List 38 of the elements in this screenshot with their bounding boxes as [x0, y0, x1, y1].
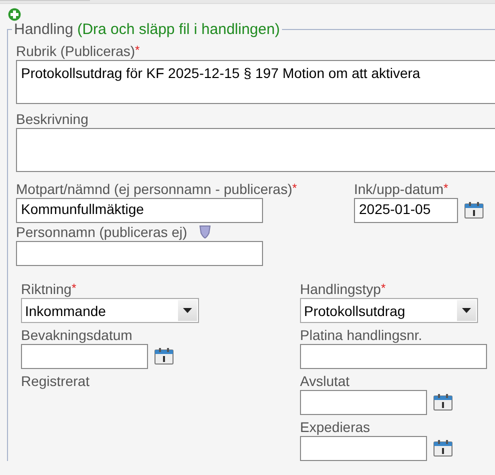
- field-label: Platina handlingsnr.: [300, 327, 422, 343]
- add-icon[interactable]: [8, 8, 21, 21]
- required-mark: *: [135, 43, 140, 57]
- text-field[interactable]: [16, 241, 263, 266]
- date-field[interactable]: [300, 436, 427, 461]
- calendar-icon[interactable]: [464, 202, 484, 219]
- text-field[interactable]: [300, 344, 487, 369]
- field-label: Handlingstyp: [300, 281, 381, 297]
- required-mark: *: [72, 281, 76, 295]
- text-field[interactable]: Kommunfullmäktige: [16, 198, 263, 223]
- dropdown[interactable]: Protokollsutdrag: [300, 298, 478, 323]
- calendar-icon[interactable]: [433, 440, 453, 457]
- field-label: Rubrik (Publiceras): [16, 43, 136, 59]
- field-label: Riktning: [21, 281, 72, 297]
- section-title: Handling: [14, 21, 74, 38]
- text-area[interactable]: Protokollsutdrag för KF 2025-12-15 § 197 Motion om att aktivera: [16, 60, 495, 104]
- dropdown[interactable]: Inkommande: [21, 298, 199, 323]
- shield-icon: [199, 225, 212, 239]
- required-mark: *: [380, 281, 386, 295]
- caret-icon: [462, 308, 471, 313]
- caret-icon: [183, 308, 192, 313]
- field-label: Personnamn (publiceras ej): [16, 224, 188, 240]
- field-label: Expedieras: [300, 419, 370, 435]
- date-field[interactable]: [21, 344, 148, 369]
- date-field[interactable]: [300, 390, 427, 415]
- field-label: Motpart/nämnd (ej personnamn - publiceras): [16, 181, 292, 197]
- field-label: Beskrivning: [16, 111, 88, 127]
- calendar-icon[interactable]: [154, 348, 174, 365]
- section-hint: (Dra och släpp fil i handlingen): [77, 21, 280, 38]
- text-area[interactable]: [16, 128, 495, 172]
- date-field[interactable]: 2025-01-05: [354, 198, 458, 223]
- field-label: Bevakningsdatum: [21, 327, 132, 343]
- required-mark: *: [292, 181, 297, 195]
- field-label: Avslutat: [300, 373, 350, 389]
- calendar-icon[interactable]: [433, 394, 453, 411]
- field-label: Registrerat: [21, 373, 90, 389]
- required-mark: *: [444, 181, 448, 195]
- field-label: Ink/upp-datum: [354, 181, 444, 197]
